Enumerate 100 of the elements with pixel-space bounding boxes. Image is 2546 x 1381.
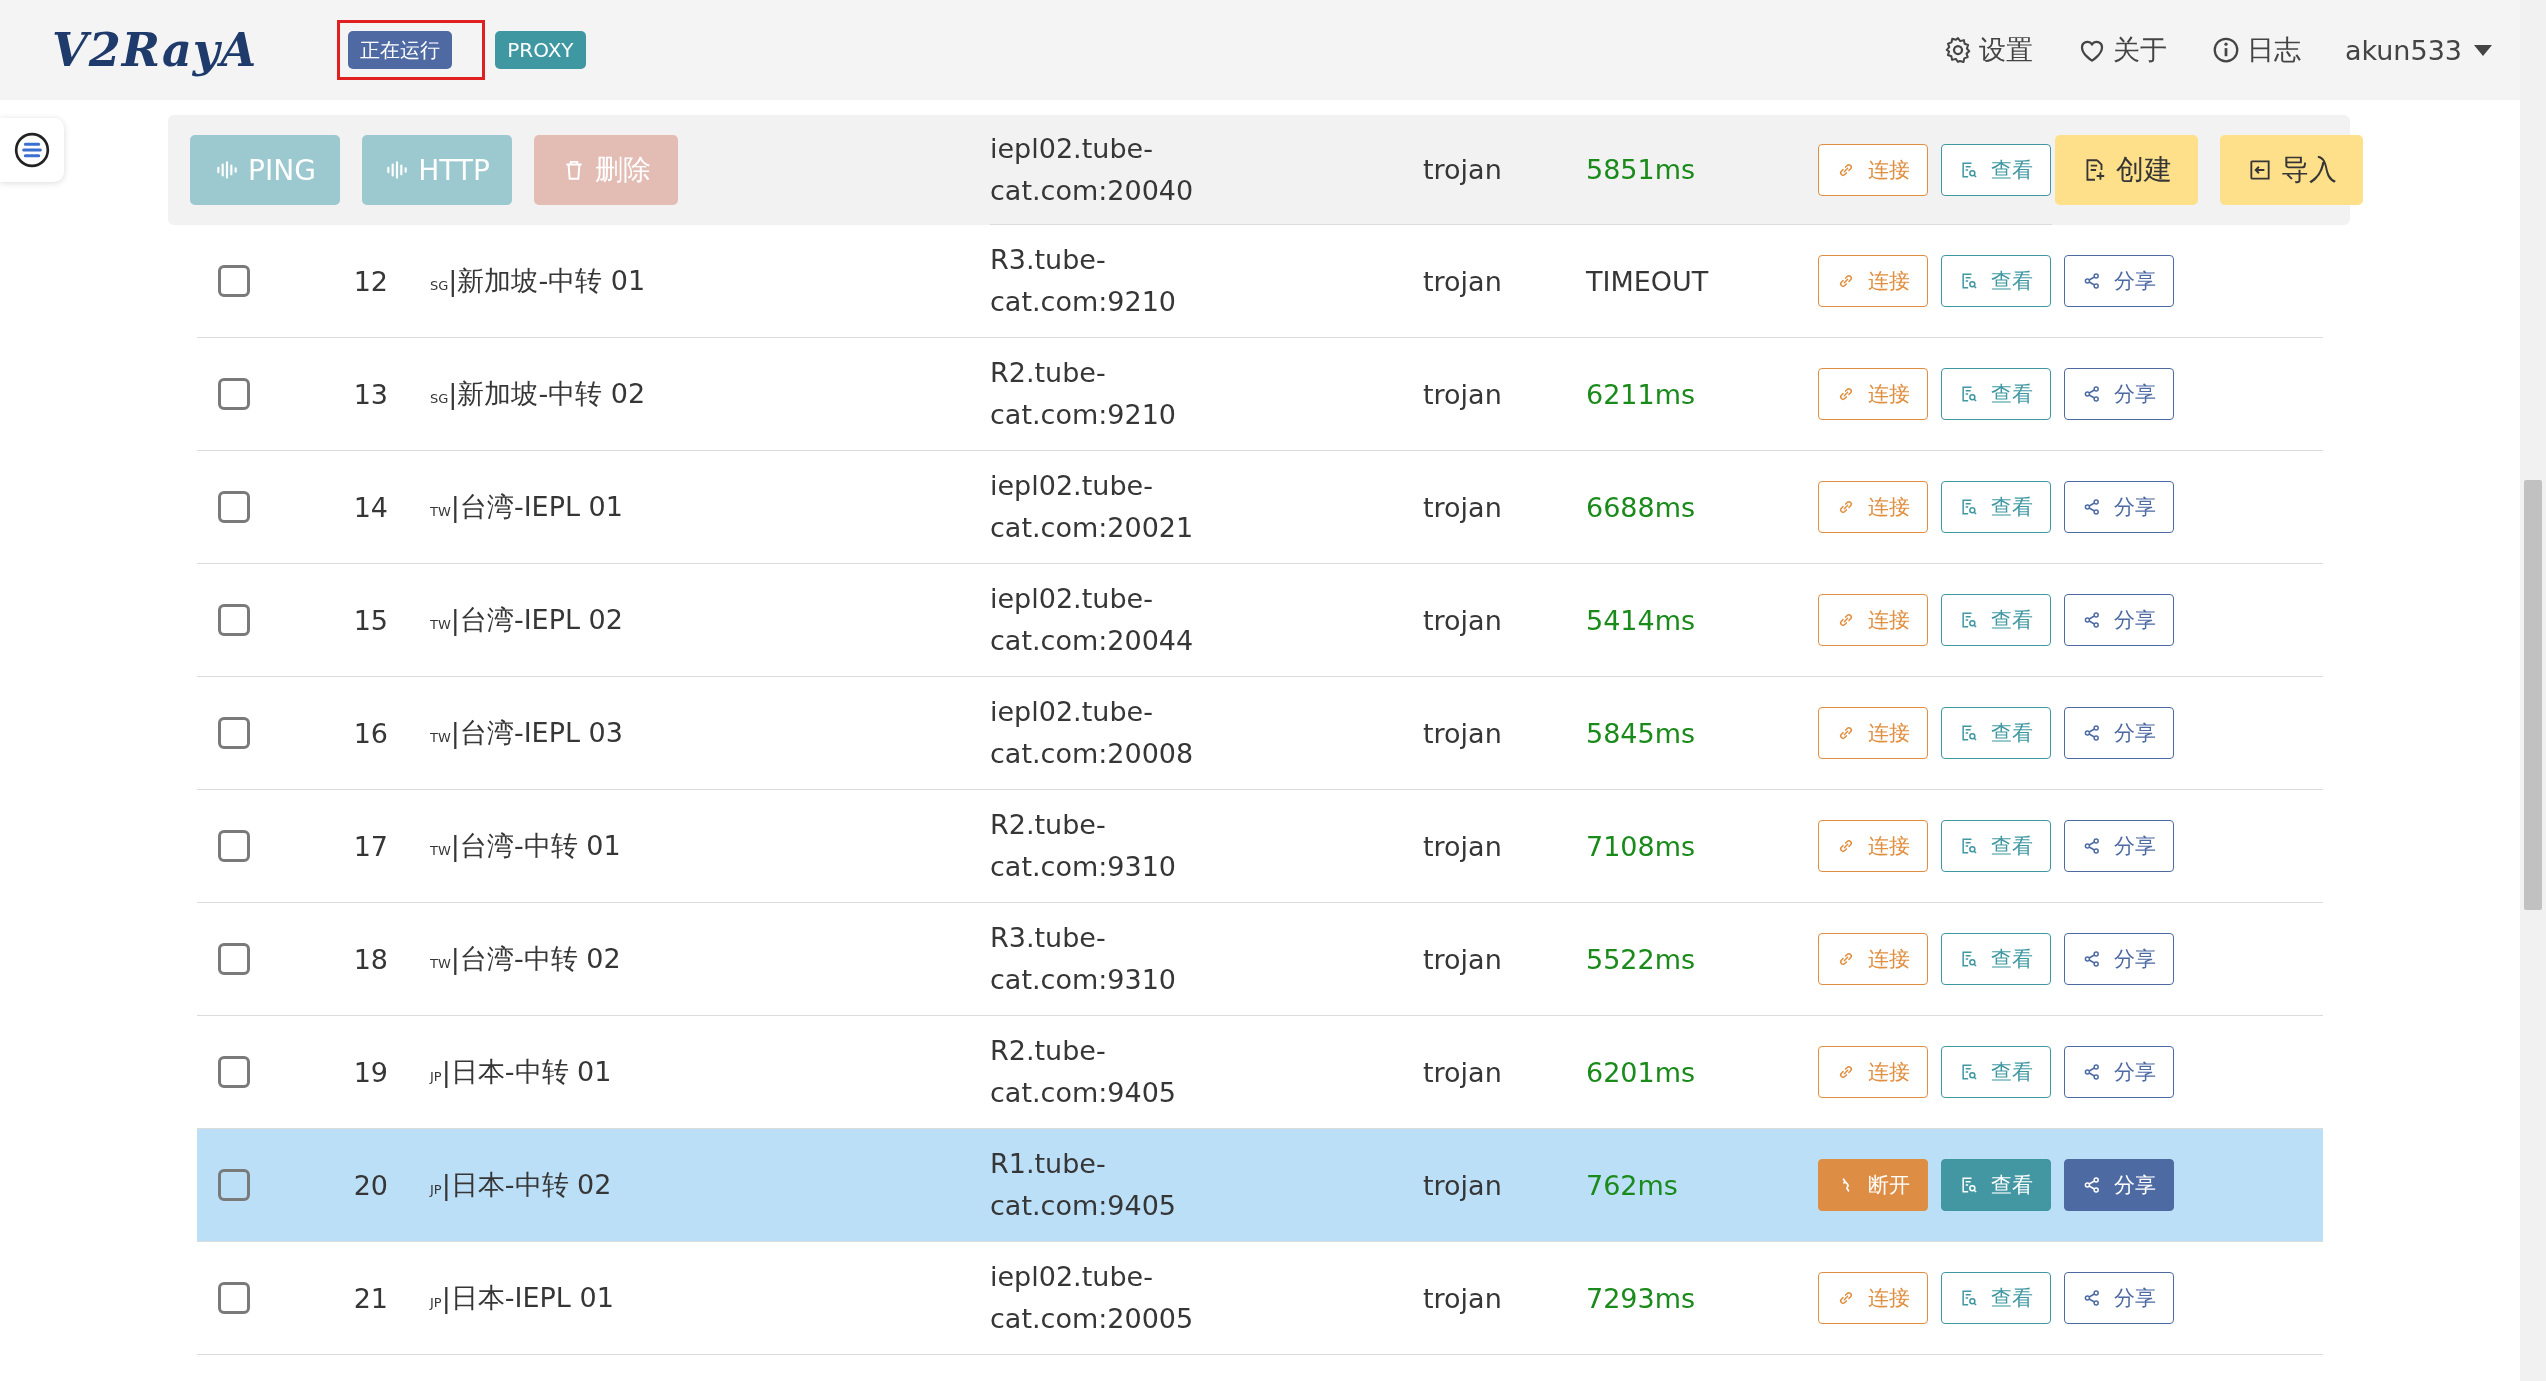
share-icon (2082, 1175, 2102, 1195)
table-cell-text: trojan (1423, 943, 1503, 975)
view-button[interactable]: 查看 (1941, 481, 2051, 533)
table-cell-text: sg|新加坡-中转 01 (429, 264, 647, 299)
table-cell-text: 14 (352, 491, 388, 523)
table-row[interactable]: 19 jp|日本-中转 01 R2.tube- cat.com:9405 trojan 6201ms 连接 查看 分享 (197, 1016, 2323, 1129)
table-cell-text: 5845ms (1586, 717, 1697, 749)
document-search-icon (1959, 836, 1979, 856)
table-cell-text: 18 (352, 943, 388, 975)
document-search-icon (1959, 610, 1979, 630)
table-cell-text: 13 (352, 378, 388, 410)
table-cell-text: R2.tube- cat.com:9210 (990, 356, 1178, 432)
import-button[interactable]: 导入 (2220, 135, 2363, 205)
table-cell-text: 19 (352, 1056, 388, 1088)
checkbox[interactable] (218, 1169, 250, 1201)
share-button[interactable]: 分享 (2064, 1272, 2174, 1324)
table-cell-text: iepl02.tube- cat.com:20040 (990, 131, 1195, 208)
scrollbar[interactable] (2520, 0, 2546, 1381)
table-cell-text: trojan (1423, 1056, 1503, 1088)
view-button[interactable]: 查看 (1941, 255, 2051, 307)
menu-button[interactable] (0, 118, 64, 182)
table-cell-text: tw|台湾-中转 01 (429, 829, 622, 864)
table-row[interactable]: 14 tw|台湾-IEPL 01 iepl02.tube- cat.com:20021 trojan 6688ms 连接 查看 分享 (197, 451, 2323, 564)
document-search-icon (1959, 271, 1979, 291)
checkbox[interactable] (218, 943, 250, 975)
table-cell-text: trojan (1423, 604, 1503, 636)
table-row[interactable]: 20 jp|日本-中转 02 R1.tube- cat.com:9405 trojan 762ms 断开 查看 分享 (197, 1129, 2323, 1242)
checkbox[interactable] (218, 717, 250, 749)
table-cell-text: tw|台湾-IEPL 02 (429, 603, 624, 638)
table-cell-text: iepl02.tube- cat.com:20005 (990, 1260, 1195, 1336)
view-button[interactable]: 查看 (1941, 707, 2051, 759)
table-row[interactable]: 17 tw|台湾-中转 01 R2.tube- cat.com:9310 trojan 7108ms 连接 查看 分享 (197, 790, 2323, 903)
document-search-icon (1959, 1062, 1979, 1082)
share-button[interactable]: 分享 (2064, 820, 2174, 872)
table-cell-text: 21 (352, 1282, 388, 1314)
table-row[interactable]: 18 tw|台湾-中转 02 R3.tube- cat.com:9310 trojan 5522ms 连接 查看 分享 (197, 903, 2323, 1016)
table-row[interactable]: 12 sg|新加坡-中转 01 R3.tube- cat.com:9210 trojan TIMEOUT 连接 查看 分享 (197, 225, 2323, 338)
table-cell-text: 762ms (1586, 1169, 1679, 1201)
view-button[interactable]: 查看 (1941, 143, 2051, 196)
view-button[interactable]: 查看 (1941, 1159, 2051, 1211)
nav-link[interactable]: 设置 (1942, 32, 2033, 68)
create-button[interactable]: 创建 (2055, 135, 2198, 205)
table-row[interactable]: 16 tw|台湾-IEPL 03 iepl02.tube- cat.com:20008 trojan 5845ms 连接 查看 分享 (197, 677, 2323, 790)
share-icon (2082, 497, 2102, 517)
share-icon (2082, 610, 2102, 630)
table-cell-text: R2.tube- cat.com:9405 (990, 1034, 1178, 1110)
share-button[interactable]: 分享 (2064, 255, 2174, 307)
table-cell-text: 7108ms (1586, 830, 1697, 862)
table-cell-text: R1.tube- cat.com:9405 (990, 1147, 1178, 1223)
table-cell-text: tw|台湾-IEPL 01 (429, 490, 624, 525)
view-button[interactable]: 查看 (1941, 368, 2051, 420)
table-cell-text: jp|日本-中转 02 (428, 1168, 613, 1203)
view-button[interactable]: 查看 (1941, 820, 2051, 872)
table-cell-text: iepl02.tube- cat.com:20021 (990, 469, 1195, 545)
table-cell-text: 6201ms (1586, 1056, 1697, 1088)
share-button[interactable]: 分享 (2064, 933, 2174, 985)
table-cell-text: tw|台湾-IEPL 03 (429, 716, 624, 751)
table-cell-text: trojan (1423, 830, 1503, 862)
table-row[interactable]: 21 jp|日本-IEPL 01 iepl02.tube- cat.com:20005 trojan 7293ms 连接 查看 分享 (197, 1242, 2323, 1355)
share-button[interactable]: 分享 (2064, 481, 2174, 533)
checkbox[interactable] (218, 1282, 250, 1314)
checkbox[interactable] (218, 604, 250, 636)
table-row[interactable]: 15 tw|台湾-IEPL 02 iepl02.tube- cat.com:20044 trojan 5414ms 连接 查看 分享 (197, 564, 2323, 677)
checkbox[interactable] (218, 1056, 250, 1088)
table-cell-text: 20 (352, 1169, 388, 1201)
share-button[interactable]: 分享 (2064, 368, 2174, 420)
share-icon (2082, 1062, 2102, 1082)
document-search-icon (1959, 723, 1979, 743)
share-button[interactable]: 分享 (2064, 707, 2174, 759)
table-cell-text: trojan (1423, 1169, 1503, 1201)
checkbox[interactable] (218, 265, 250, 297)
share-icon (2082, 949, 2102, 969)
view-button[interactable]: 查看 (1941, 933, 2051, 985)
table-row[interactable]: 13 sg|新加坡-中转 02 R2.tube- cat.com:9210 trojan 6211ms 连接 查看 分享 (197, 338, 2323, 451)
view-button[interactable]: 查看 (1941, 1272, 2051, 1324)
table-row[interactable]: iepl02.tube- cat.com:20040 trojan 5851ms 连接 查看 (990, 115, 2052, 225)
table-cell-text: R2.tube- cat.com:9310 (990, 808, 1178, 884)
checkbox[interactable] (218, 378, 250, 410)
view-button[interactable]: 查看 (1941, 1046, 2051, 1098)
nav-link[interactable]: 关于 (2076, 32, 2167, 68)
table-cell-text: 6688ms (1586, 491, 1697, 523)
checkbox[interactable] (218, 830, 250, 862)
checkbox[interactable] (218, 491, 250, 523)
table-cell-text: R3.tube- cat.com:9210 (990, 243, 1178, 319)
share-button[interactable]: 分享 (2064, 1046, 2174, 1098)
document-search-icon (1959, 1175, 1979, 1195)
share-button[interactable]: 分享 (2064, 594, 2174, 646)
share-icon (2082, 836, 2102, 856)
table-cell-text: 17 (352, 830, 388, 862)
share-button[interactable]: 分享 (2064, 1159, 2174, 1211)
share-icon (2082, 723, 2102, 743)
nav-link[interactable]: 日志 (2210, 32, 2301, 68)
view-button[interactable]: 查看 (1941, 594, 2051, 646)
table-cell-text: trojan (1423, 717, 1503, 749)
table-cell-text: iepl02.tube- cat.com:20008 (990, 695, 1195, 771)
logo: V2RayA (52, 23, 258, 77)
table-cell-text: 5414ms (1586, 604, 1697, 636)
table-cell-text: 16 (352, 717, 388, 749)
user-menu[interactable]: akun533 (2344, 34, 2492, 66)
table-cell-text: tw|台湾-中转 02 (429, 942, 622, 977)
